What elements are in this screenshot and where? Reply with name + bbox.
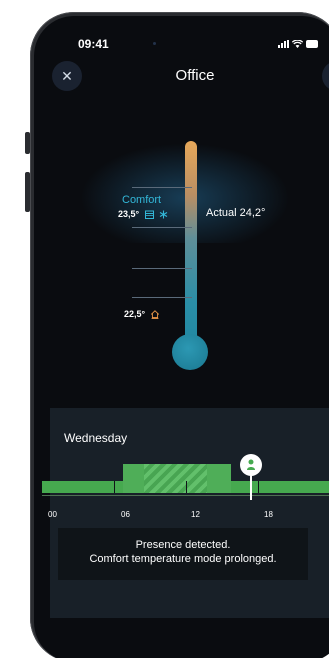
comfort-temp: 23,5°	[118, 209, 140, 219]
actual-line	[132, 227, 192, 228]
status-time: 09:41	[78, 37, 109, 51]
schedule-day: Wednesday	[64, 431, 128, 445]
comfort-line	[132, 187, 192, 188]
more-options-button[interactable]: •••	[322, 61, 329, 91]
camera-dot	[153, 42, 156, 45]
presence-person-icon	[247, 459, 255, 470]
actual-temp: Actual 24,2°	[206, 207, 266, 219]
comfort-setpoint[interactable]: 23,5°	[118, 209, 168, 220]
schedule-card: Wednesday 00 06 12 18 Presence detected.…	[42, 408, 329, 618]
status-icons	[278, 40, 320, 48]
presence-marker[interactable]	[240, 454, 262, 476]
calendar-icon	[144, 210, 154, 220]
status-bar: 09:41	[34, 37, 329, 53]
thermometer-bulb[interactable]	[172, 334, 208, 370]
eco-line	[132, 297, 192, 298]
eco-house-icon	[150, 310, 159, 320]
prolonged-block	[144, 464, 207, 493]
app-screen: 09:41 ✕ Office •••	[34, 16, 329, 658]
thermometer-tube	[185, 141, 197, 357]
eco-setpoint[interactable]: 22,5°	[124, 309, 159, 320]
timeline-axis	[42, 495, 329, 496]
wifi-icon	[292, 40, 303, 48]
hour-label-18: 18	[264, 510, 273, 519]
hour-label-06: 06	[121, 510, 130, 519]
schedule-timeline[interactable]	[42, 464, 329, 496]
hour-label-00: 00	[48, 510, 57, 519]
signal-icon	[278, 40, 289, 48]
header: ✕ Office •••	[34, 61, 329, 95]
page-title: Office	[175, 67, 215, 84]
battery-icon	[306, 40, 318, 48]
presence-message-line1: Presence detected.	[135, 539, 231, 551]
presence-message-line2: Comfort temperature mode prolonged.	[89, 553, 277, 565]
comfort-label: Comfort	[122, 194, 162, 206]
presence-message: Presence detected. Comfort temperature m…	[58, 528, 308, 580]
phone-frame: 09:41 ✕ Office •••	[30, 12, 329, 658]
snowflake-icon	[159, 210, 168, 219]
eco-line-top	[132, 268, 192, 269]
hour-label-12: 12	[191, 510, 200, 519]
eco-temp: 22,5°	[124, 309, 146, 319]
